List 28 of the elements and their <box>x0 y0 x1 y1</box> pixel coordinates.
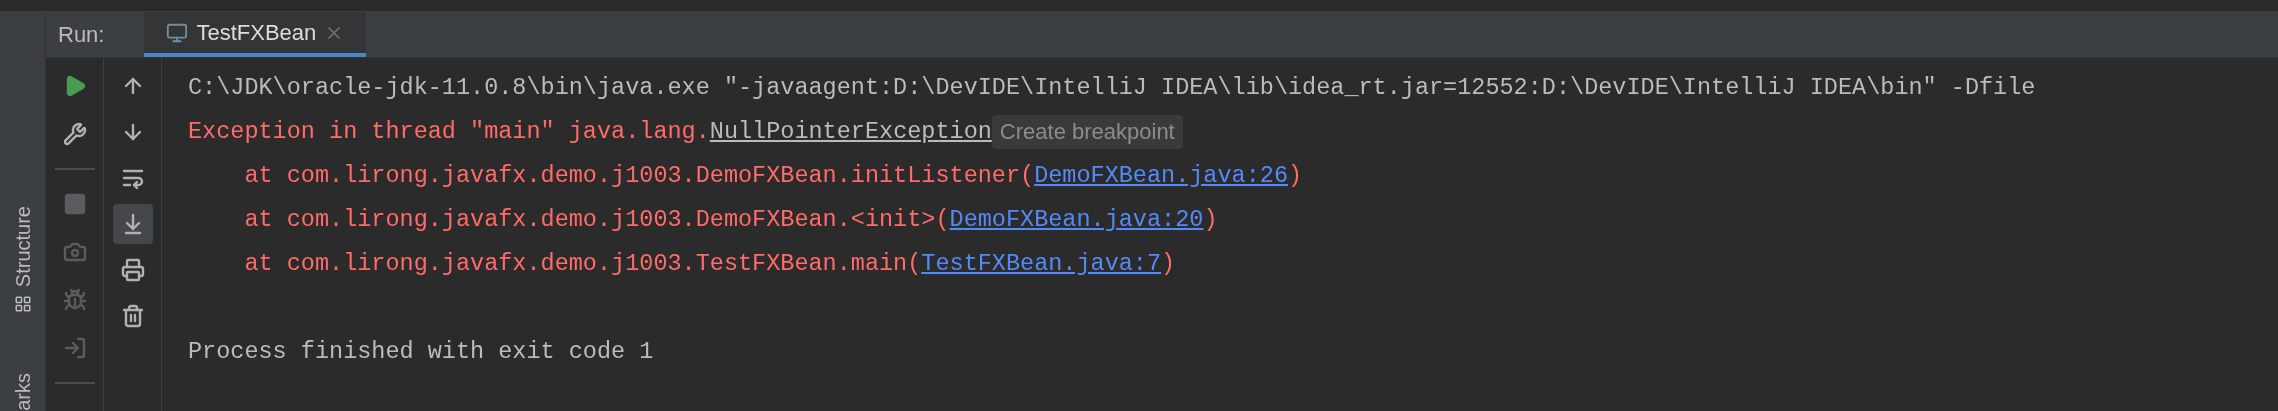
trash-icon <box>120 304 145 328</box>
source-link[interactable]: DemoFXBean.java:26 <box>1034 154 1288 198</box>
structure-icon <box>13 295 32 314</box>
tooltip: Create breakpoint <box>991 115 1183 149</box>
side-tab[interactable]: arks <box>12 373 33 411</box>
console-line: Exception in thread "main" java.lang. <box>188 117 710 147</box>
exception-link[interactable]: NullPointerException <box>709 110 992 154</box>
console-line: at com.lirong.javafx.demo.j1003.DemoFXBean.initListener( <box>243 161 1035 191</box>
scroll-to-end-button[interactable] <box>112 204 153 244</box>
run-label: Run: <box>58 21 105 49</box>
console-line: C:\JDK\oracle-jdk-11.0.8\bin\java.exe "-javaagent:D:\DevIDE\IntelliJ IDEA\lib\idea_rt.jar=12552:D:\DevIDE\IntelliJ IDEA\bin" -Dfile <box>188 74 2036 101</box>
printer-icon <box>120 258 145 282</box>
console-line: Process finished with exit code 1 <box>188 338 654 365</box>
console-text: ) <box>1288 161 1303 191</box>
console-line: at com.lirong.javafx.demo.j1003.DemoFXBean.<init>( <box>243 205 950 235</box>
camera-icon <box>62 240 87 264</box>
side-tab[interactable]: Structure <box>12 206 33 288</box>
window-icon <box>166 21 189 44</box>
bug-icon <box>62 288 87 312</box>
exit-icon <box>62 336 87 360</box>
source-link[interactable]: DemoFXBean.java:20 <box>949 198 1204 242</box>
wrench-icon <box>62 122 87 146</box>
source-link[interactable]: TestFXBean.java:7 <box>921 242 1162 286</box>
stop-icon <box>62 192 87 216</box>
console-line: at com.lirong.javafx.demo.j1003.TestFXBean.main( <box>243 249 922 279</box>
run-tab[interactable]: TestFXBean <box>144 12 367 57</box>
console-text: ) <box>1203 205 1218 235</box>
console-text: ) <box>1161 249 1176 279</box>
